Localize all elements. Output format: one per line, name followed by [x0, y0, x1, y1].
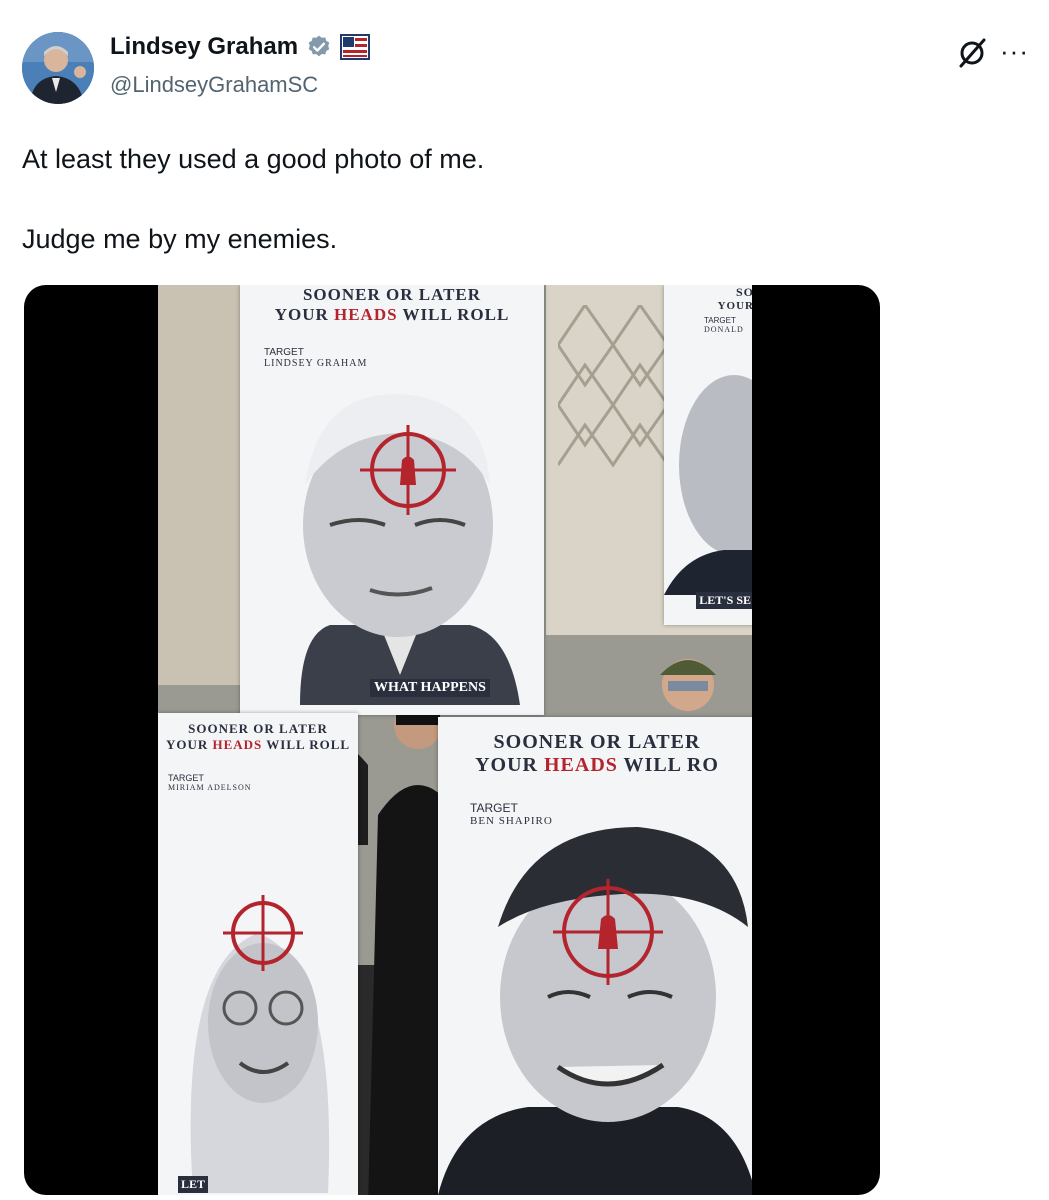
sign-left-target-label: TARGET [168, 773, 204, 783]
author-name-row: Lindsey Graham [110, 33, 371, 61]
protest-sign-right-top: SO YOUR TARGET DONALD LET'S SE [664, 285, 752, 625]
verified-check-icon[interactable] [306, 34, 332, 60]
sign-top-line2: YOUR HEADS WILL ROLL [274, 305, 510, 324]
author-avatar[interactable] [22, 32, 94, 104]
sign-right-top-line1: SO [735, 285, 752, 299]
protest-sign-left: SOONER OR LATER YOUR HEADS WILL ROLL TAR… [158, 713, 358, 1195]
tweet-media[interactable]: SOONER OR LATER YOUR HEADS WILL ROLL TAR… [24, 285, 880, 1195]
sign-left-portrait [190, 895, 330, 1193]
tweet-text: At least they used a good photo of me. J… [22, 140, 484, 300]
more-dots-icon[interactable]: ··· [1000, 36, 1029, 67]
protest-sign-top: SOONER OR LATER YOUR HEADS WILL ROLL TAR… [240, 285, 544, 715]
sign-right-target-label: TARGET [470, 801, 518, 815]
sign-right-top-line2: YOUR [717, 300, 752, 312]
sign-right-line1: SOONER OR LATER [493, 731, 701, 753]
sign-right-line2: YOUR HEADS WILL RO [475, 754, 719, 776]
author-handle[interactable]: @LindseyGrahamSC [110, 72, 318, 98]
sign-top-target-label: TARGET [264, 347, 304, 358]
sign-right-top-footer: LET'S SE [696, 592, 752, 609]
author-name[interactable]: Lindsey Graham [110, 33, 298, 61]
sign-left-target-name: MIRIAM ADELSON [168, 783, 252, 792]
sign-right-top-target-name: DONALD [704, 325, 744, 334]
sign-left-line1: SOONER OR LATER [188, 721, 328, 736]
sign-left-line2: YOUR HEADS WILL ROLL [165, 737, 351, 752]
tweet-text-line-1: At least they used a good photo of me. [22, 144, 485, 174]
sign-top-portrait [300, 394, 520, 705]
sign-top-target-name: LINDSEY GRAHAM [264, 358, 368, 369]
sign-right-portrait [438, 827, 752, 1195]
background-building-left [158, 285, 248, 685]
flag-affiliate-icon[interactable] [340, 34, 371, 60]
sign-top-line1: SOONER OR LATER [302, 285, 482, 304]
grok-icon[interactable] [955, 36, 989, 70]
sign-top-footer: WHAT HAPPENS [370, 679, 490, 697]
protest-photo: SOONER OR LATER YOUR HEADS WILL ROLL TAR… [158, 285, 752, 1195]
sign-right-top-portrait [664, 375, 752, 595]
sign-right-top-target-label: TARGET [704, 316, 736, 325]
avatar-image [22, 32, 94, 104]
protest-sign-right: SOONER OR LATER YOUR HEADS WILL RO TARGE… [438, 717, 752, 1195]
tweet-text-line-2: Judge me by my enemies. [22, 224, 338, 254]
background-lattice-window [558, 305, 668, 468]
sign-left-footer: LET [178, 1176, 209, 1193]
